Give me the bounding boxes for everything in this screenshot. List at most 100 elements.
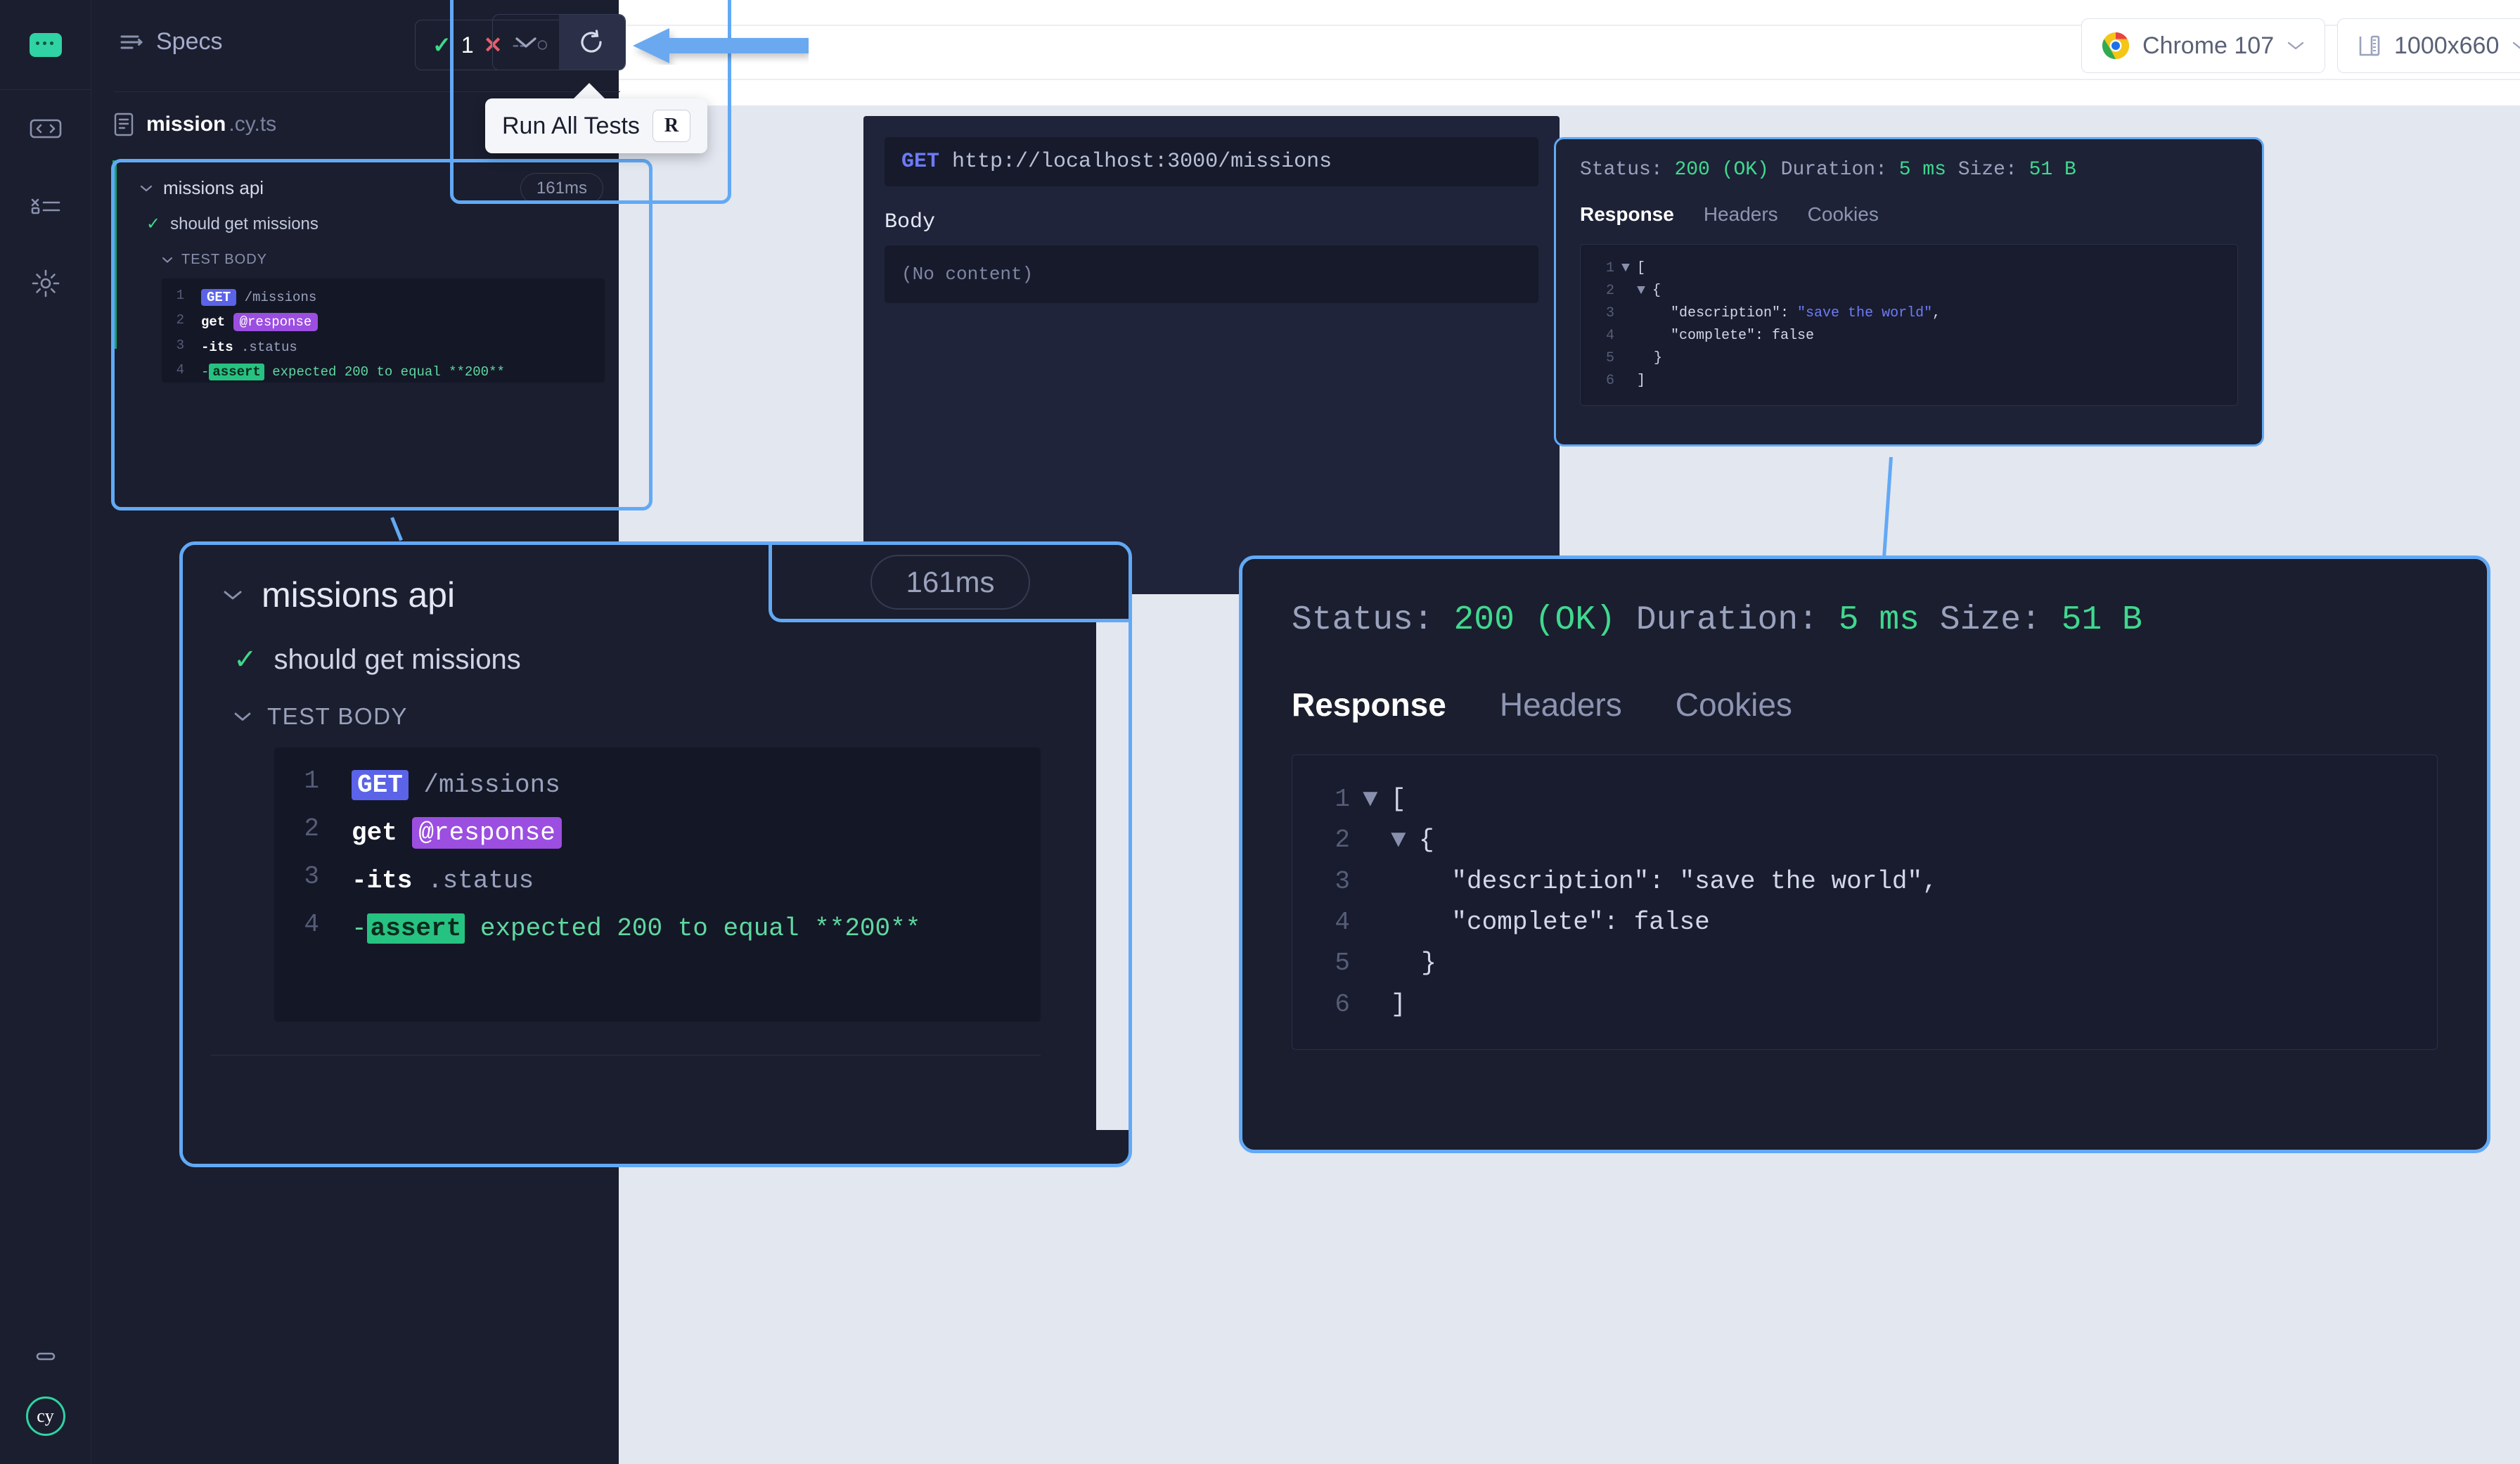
json-string: "save the world" [1679, 866, 1923, 896]
json-line: 5 } [1306, 943, 2423, 984]
magnified-test-name: should get missions [274, 643, 521, 675]
json-tail: , [1932, 305, 1941, 321]
spec-file-name: mission [146, 113, 226, 136]
check-icon: ✓ [146, 214, 161, 233]
request-method: GET [901, 150, 940, 174]
fold-arrow-icon[interactable]: ▼ [1621, 257, 1637, 280]
request-panel: GET http://localhost:3000/missions Body … [863, 116, 1560, 594]
command-name: -its [352, 866, 413, 895]
size-label: Size: [1939, 601, 2041, 639]
chevron-down-icon [162, 256, 173, 264]
json-line: 4 "complete": false [1589, 325, 2229, 347]
test-body-label: TEST BODY [181, 252, 267, 267]
json-line-number: 5 [1605, 350, 1614, 366]
tab-cookies[interactable]: Cookies [1808, 203, 1879, 226]
chevron-down-icon [233, 711, 252, 723]
status-value: 200 (OK) [1453, 601, 1616, 639]
command-row[interactable]: 3 -its .status [162, 335, 605, 360]
check-icon: ✓ [233, 644, 257, 675]
json-text: } [1391, 949, 1436, 978]
json-line-number: 4 [1605, 328, 1614, 344]
test-body-header[interactable]: TEST BODY [162, 252, 267, 268]
size-label: Size: [1958, 159, 2017, 181]
run-toolbar [492, 14, 626, 70]
tab-headers[interactable]: Headers [1704, 203, 1778, 226]
json-line: 3 "description": "save the world", [1589, 302, 2229, 325]
tab-response[interactable]: Response [1580, 203, 1674, 226]
request-body-label: Body [885, 210, 936, 234]
browser-selector[interactable]: Chrome 107 [2081, 18, 2326, 73]
command-arg: .status [241, 339, 297, 355]
toolbar-dropdown-button[interactable] [493, 15, 559, 70]
test-row[interactable]: ✓ should get missions [146, 214, 319, 234]
run-all-tests-button[interactable] [559, 15, 625, 70]
magnified-test-row[interactable]: ✓ should get missions [233, 643, 521, 676]
command-number: 2 [176, 312, 184, 328]
spec-file-row[interactable]: mission .cy.ts [114, 113, 276, 136]
spec-file-ext: .cy.ts [229, 113, 277, 136]
command-row[interactable]: 2 get @response [274, 809, 1041, 857]
viewport-label: 1000x660 [2394, 32, 2500, 59]
test-results-panel: missions api 161ms ✓ should get missions… [112, 160, 619, 512]
fold-arrow-icon[interactable]: ▼ [1363, 779, 1391, 820]
command-number: 1 [304, 766, 319, 795]
magnified-test-body-header[interactable]: TEST BODY [233, 703, 408, 730]
brand-badge[interactable]: cy [25, 1396, 65, 1436]
json-line-number: 5 [1335, 949, 1350, 978]
command-row[interactable]: 3 -its .status [274, 857, 1041, 905]
json-line: 5 } [1589, 347, 2229, 370]
command-arg: .status [428, 866, 534, 895]
tab-response[interactable]: Response [1292, 686, 1446, 724]
command-row[interactable]: 1 GET /missions [274, 762, 1041, 809]
command-number: 3 [176, 337, 184, 353]
browser-label: Chrome 107 [2142, 32, 2275, 59]
tab-headers[interactable]: Headers [1500, 686, 1622, 724]
request-url: http://localhost:3000/missions [952, 150, 1332, 174]
json-line: 6 ] [1306, 984, 2423, 1025]
assert-pill: assert [366, 913, 465, 944]
pass-indicator-bar [112, 160, 117, 349]
command-name: get [201, 314, 226, 330]
sidebar-item-settings[interactable] [0, 245, 91, 322]
json-line-number: 4 [1335, 907, 1350, 937]
sidebar-item-specs[interactable] [0, 90, 91, 167]
command-arg: /missions [423, 771, 560, 800]
alias-pill: @response [233, 313, 319, 332]
json-line: 3 "description": "save the world", [1306, 861, 2423, 902]
duration-value: 5 ms [1898, 159, 1946, 181]
chevron-down-icon [2287, 40, 2305, 51]
magnified-suite-header[interactable]: missions api [222, 574, 455, 615]
command-number: 4 [304, 910, 319, 939]
specs-header[interactable]: Specs [120, 28, 223, 56]
method-pill: GET [352, 770, 409, 800]
viewport-selector[interactable]: 1000x660 [2337, 18, 2520, 73]
duration-label: Duration: [1780, 159, 1887, 181]
tab-cookies[interactable]: Cookies [1676, 686, 1792, 724]
rail-logo-container[interactable] [0, 0, 91, 90]
command-row[interactable]: 2 get @response [162, 310, 605, 335]
json-line-number: 1 [1605, 260, 1614, 276]
screenshot-root: cy Specs ✓ 1 ✕ -- ○ mission .cy.ts missi… [0, 0, 2520, 1464]
chevron-down-icon [139, 184, 153, 193]
magnified-json-viewer: 1 ▼ [ 2 ▼ { 3 "description": "save the w… [1292, 755, 2438, 1050]
magnified-command-log: 1 GET /missions 2 get @response 3 -its .… [274, 747, 1041, 1022]
command-row[interactable]: 4 - assert expected 200 to equal **200** [162, 360, 605, 385]
code-window-icon [30, 117, 62, 141]
json-key: "description": [1637, 305, 1798, 321]
command-row[interactable]: 1 GET /missions [162, 285, 605, 310]
json-text: ] [1391, 989, 1406, 1019]
fold-arrow-icon[interactable]: ▼ [1391, 820, 1419, 861]
command-name: -its [201, 339, 233, 355]
json-text: [ [1637, 260, 1646, 276]
fold-arrow-icon[interactable]: ▼ [1637, 280, 1652, 302]
json-key: "description": [1391, 866, 1680, 896]
json-line-number: 6 [1335, 989, 1350, 1019]
assert-message: expected 200 to equal **200** [272, 364, 505, 380]
response-tabs: Response Headers Cookies [1580, 203, 2238, 226]
json-line-number: 6 [1605, 373, 1614, 389]
suite-header[interactable]: missions api [139, 177, 264, 199]
keyboard-shortcuts-button[interactable] [0, 1319, 91, 1396]
sidebar-item-runs[interactable] [0, 167, 91, 245]
command-row[interactable]: 4 - assert expected 200 to equal **200** [274, 905, 1041, 953]
json-text: { [1419, 826, 1434, 855]
